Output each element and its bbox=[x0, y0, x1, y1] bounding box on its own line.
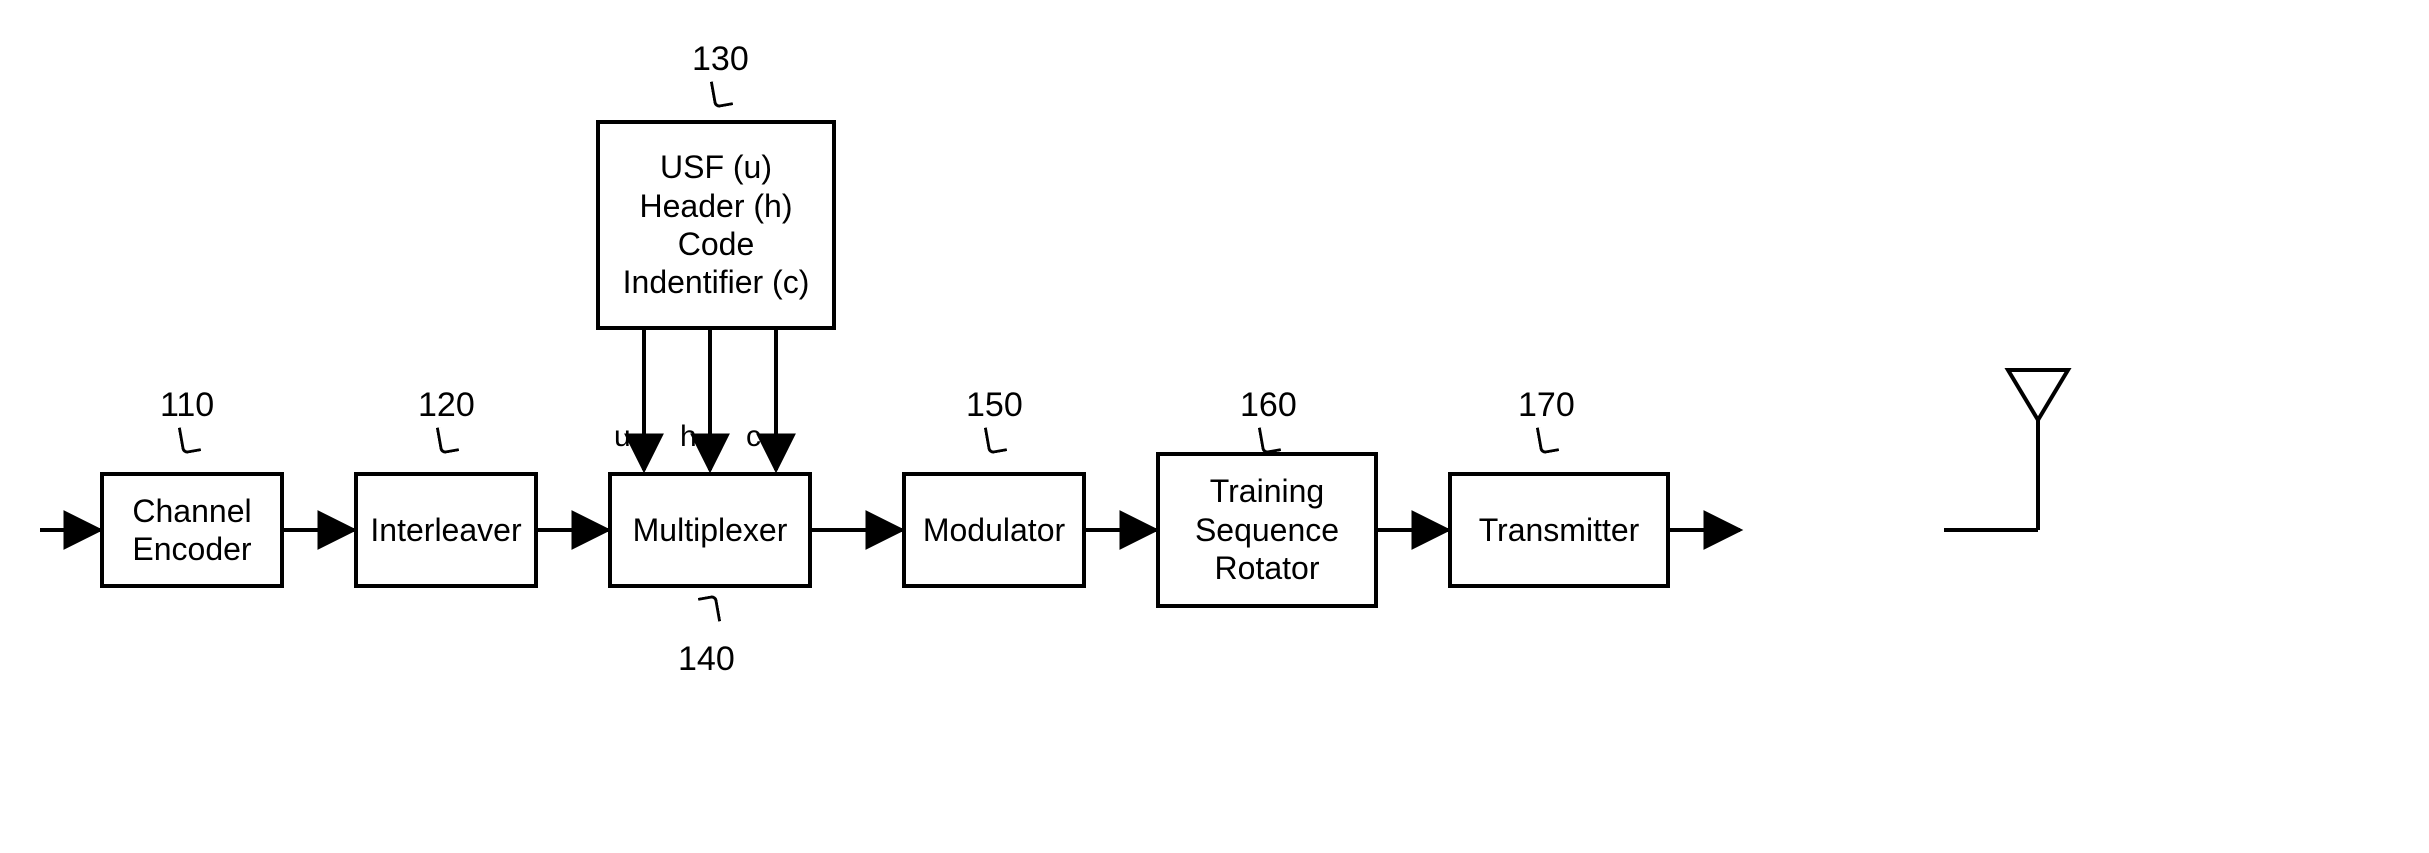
label-150: 150 bbox=[966, 386, 1023, 425]
block-transmitter: Transmitter bbox=[1448, 472, 1670, 588]
block-info-box: USF (u) Header (h) Code Indentifier (c) bbox=[596, 120, 836, 330]
label-170: 170 bbox=[1518, 386, 1575, 425]
label-130: 130 bbox=[692, 40, 749, 79]
label-120: 120 bbox=[418, 386, 475, 425]
infobox-line-usf: USF (u) bbox=[660, 148, 772, 186]
block-modulator: Modulator bbox=[902, 472, 1086, 588]
block-multiplexer: Multiplexer bbox=[608, 472, 812, 588]
block-channel-encoder: Channel Encoder bbox=[100, 472, 284, 588]
signal-label-c: c bbox=[746, 420, 761, 454]
connections-svg bbox=[40, 40, 2389, 813]
infobox-line-header: Header (h) bbox=[640, 187, 793, 225]
label-160: 160 bbox=[1240, 386, 1297, 425]
label-140: 140 bbox=[678, 640, 735, 679]
signal-label-h: h bbox=[680, 420, 697, 454]
label-110: 110 bbox=[160, 386, 214, 425]
block-training-sequence-rotator: Training Sequence Rotator bbox=[1156, 452, 1378, 608]
infobox-line-code: Code bbox=[678, 225, 755, 263]
signal-label-u: u bbox=[614, 420, 631, 454]
block-diagram: 110 Channel Encoder 120 Interleaver 130 … bbox=[40, 40, 2389, 813]
block-interleaver: Interleaver bbox=[354, 472, 538, 588]
infobox-line-ident: Indentifier (c) bbox=[623, 263, 810, 301]
